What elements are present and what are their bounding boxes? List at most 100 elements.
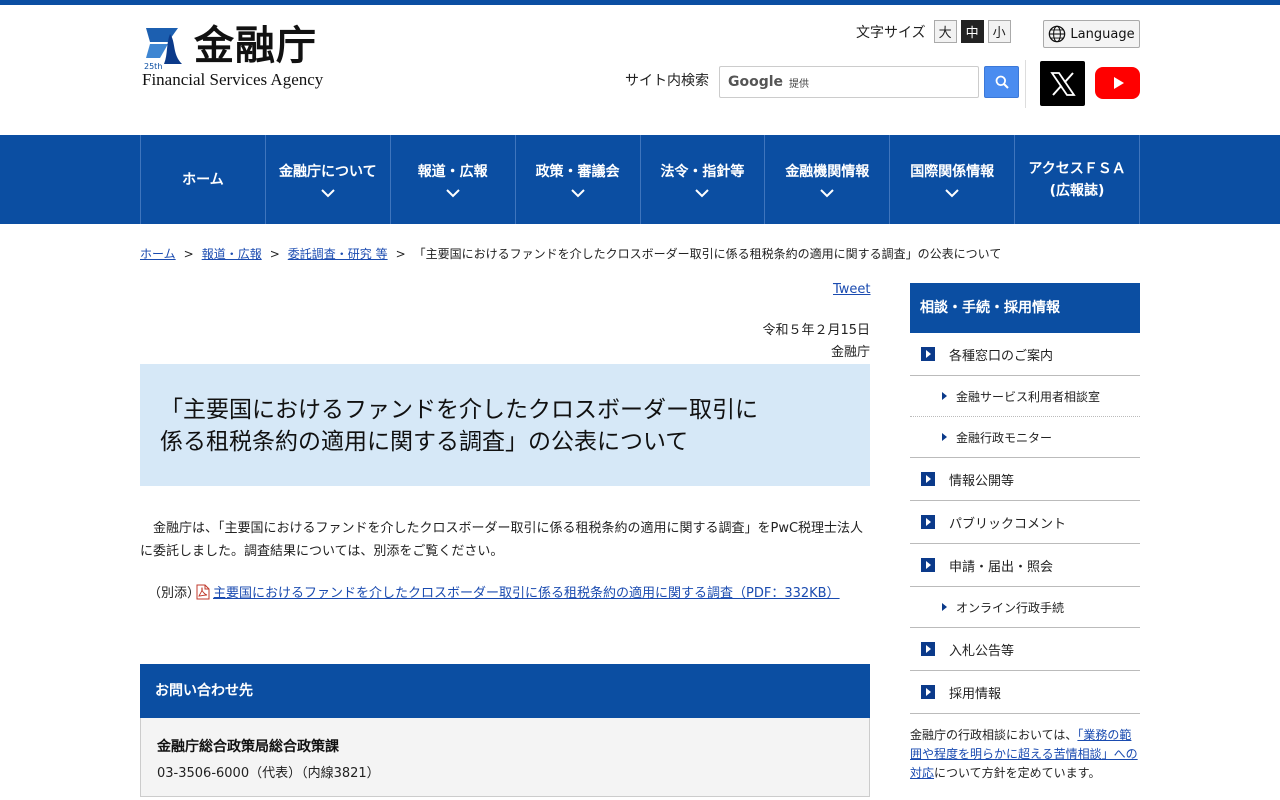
contact-organization: 金融庁総合政策局総合政策課 [157, 739, 339, 755]
font-size-selector: 文字サイズ 大 中 小 [856, 20, 1011, 43]
nav-policy[interactable]: 政策・審議会 [516, 135, 641, 224]
font-size-large-button[interactable]: 大 [933, 20, 957, 43]
language-label: Language [1070, 26, 1135, 42]
contact-details: 金融庁総合政策局総合政策課 03-3506-6000（代表）（内線3821） [140, 718, 870, 797]
nav-label-sub: (広報誌) [1049, 182, 1105, 199]
arrow-square-icon [921, 642, 935, 656]
fsa-logo[interactable]: 25th 金融庁 Financial Services Agency [140, 22, 340, 92]
publish-info: 令和５年２月15日 金融庁 [762, 320, 870, 364]
arrow-square-icon [921, 347, 935, 361]
sidebar-item-public-comment[interactable]: パブリックコメント [910, 501, 1140, 544]
logo-english-text: Financial Services Agency [142, 70, 324, 89]
sidebar-item-label: 情報公開等 [949, 473, 1015, 489]
arrow-square-icon [921, 515, 935, 529]
youtube-social-button[interactable] [1095, 67, 1140, 99]
font-size-small-button[interactable]: 小 [987, 20, 1011, 43]
site-search-input[interactable]: Google 提供 [719, 66, 979, 98]
page-title-line2: 係る租税条約の適用に関する調査」の公表について [160, 429, 689, 455]
sidebar-item-admin-monitor[interactable]: 金融行政モニター [910, 417, 1140, 458]
sidebar-item-label: パブリックコメント [949, 516, 1067, 532]
triangle-right-icon [942, 603, 947, 611]
nav-label: 金融庁について [279, 164, 377, 180]
sidebar-item-label: 入札公告等 [949, 643, 1015, 659]
attachment-label: （別添） [148, 586, 201, 601]
chevron-down-icon [945, 189, 959, 198]
sidebar-item-online-procedures[interactable]: オンライン行政手続 [910, 587, 1140, 628]
font-size-medium-button[interactable]: 中 [960, 20, 984, 43]
nav-label: ホーム [182, 171, 224, 188]
site-search-label: サイト内検索 [625, 73, 709, 89]
fsa-logo-mark-icon: 25th [144, 28, 182, 70]
chevron-down-icon [321, 189, 335, 198]
nav-about-fsa[interactable]: 金融庁について [266, 135, 391, 224]
contact-heading: お問い合わせ先 [140, 664, 870, 718]
nav-international[interactable]: 国際関係情報 [890, 135, 1016, 224]
sidebar-item-label: 金融サービス利用者相談室 [956, 389, 1101, 404]
publish-date: 令和５年２月15日 [762, 323, 870, 338]
sidebar-menu: 各種窓口のご案内 金融サービス利用者相談室 金融行政モニター 情報公開等 パブリ… [910, 333, 1140, 714]
nav-label: 法令・指針等 [660, 164, 745, 180]
nav-label: 報道・広報 [417, 164, 488, 180]
sidebar-item-label: 各種窓口のご案内 [949, 348, 1054, 364]
arrow-square-icon [921, 685, 935, 699]
page-title: 「主要国におけるファンドを介したクロスボーダー取引に 係る租税条約の適用に関する… [160, 394, 850, 458]
chevron-down-icon [820, 189, 835, 198]
chevron-down-icon [445, 189, 460, 198]
sidebar-item-disclosure[interactable]: 情報公開等 [910, 458, 1140, 501]
arrow-square-icon [921, 558, 935, 572]
nav-label: アクセスＦＳＡ [1028, 160, 1126, 177]
search-icon [995, 75, 1009, 89]
x-social-button[interactable] [1040, 61, 1085, 106]
svg-text:25th: 25th [144, 62, 162, 70]
sidebar-heading: 相談・手続・採用情報 [910, 283, 1140, 333]
sidebar-item-tenders[interactable]: 入札公告等 [910, 628, 1140, 671]
publisher: 金融庁 [830, 345, 870, 360]
tweet-link[interactable]: Tweet [833, 282, 871, 297]
nav-label: 金融機関情報 [785, 164, 870, 180]
body-paragraph: 金融庁は、「主要国におけるファンドを介したクロスボーダー取引に係る租税条約の適用… [140, 521, 864, 559]
top-accent-bar [0, 0, 1280, 5]
youtube-play-icon [1113, 77, 1124, 89]
nav-institutions[interactable]: 金融機関情報 [765, 135, 891, 224]
sidebar-item-recruitment[interactable]: 採用情報 [910, 671, 1140, 714]
google-brand-sub: 提供 [789, 78, 810, 90]
logo-japanese-text: 金融庁 [194, 22, 317, 69]
arrow-square-icon [921, 472, 935, 486]
pdf-icon [196, 584, 210, 600]
sidebar-note: 金融庁の行政相談においては、「業務の範囲や程度を明らかに超える苦情相談」への対応… [910, 728, 1138, 780]
sidebar-item-applications[interactable]: 申請・届出・照会 [910, 544, 1140, 587]
breadcrumb-home[interactable]: ホーム [140, 247, 176, 261]
nav-press[interactable]: 報道・広報 [391, 135, 516, 224]
nav-label: 国際関係情報 [910, 164, 995, 180]
x-logo-icon [1049, 71, 1076, 96]
page-title-box: 「主要国におけるファンドを介したクロスボーダー取引に 係る租税条約の適用に関する… [140, 364, 870, 486]
nav-access-fsa[interactable]: アクセスＦＳＡ (広報誌) [1015, 135, 1140, 224]
nav-home[interactable]: ホーム [141, 135, 266, 224]
contact-telephone: 03-3506-6000（代表）（内線3821） [157, 766, 380, 781]
breadcrumb: ホーム > 報道・広報 > 委託調査・研究 等 > 「主要国におけるファンドを介したクロスボ… [140, 247, 1002, 261]
sidebar-item-label: 金融行政モニター [956, 430, 1053, 445]
sidebar-item-label: 採用情報 [949, 686, 1002, 702]
breadcrumb-research[interactable]: 委託調査・研究 等 [288, 247, 388, 261]
sidebar-item-label: 申請・届出・照会 [949, 559, 1054, 575]
search-button[interactable] [984, 66, 1019, 98]
sidebar-item-counters[interactable]: 各種窓口のご案内 [910, 333, 1140, 376]
breadcrumb-current: 「主要国におけるファンドを介したクロスボーダー取引に係る租税条約の適用に関する調… [413, 247, 1002, 261]
header-divider [1025, 60, 1026, 108]
font-size-label: 文字サイズ [856, 24, 926, 41]
globe-icon [1049, 25, 1066, 43]
triangle-right-icon [942, 433, 947, 441]
page-title-line1: 「主要国におけるファンドを介したクロスボーダー取引に [160, 397, 758, 423]
attachment-pdf-link[interactable]: 主要国におけるファンドを介したクロスボーダー取引に係る租税条約の適用に関する調査… [213, 586, 840, 601]
sidebar-item-label: オンライン行政手続 [956, 600, 1065, 615]
global-nav: ホーム 金融庁について 報道・広報 政策・審議会 法令・指針等 金融機関情報 国… [0, 135, 1280, 224]
nav-laws[interactable]: 法令・指針等 [641, 135, 766, 224]
sidebar-item-consumer-office[interactable]: 金融サービス利用者相談室 [910, 376, 1140, 417]
google-brand-text: Google [728, 74, 784, 90]
chevron-down-icon [570, 189, 585, 198]
language-button[interactable]: Language [1043, 20, 1140, 48]
triangle-right-icon [942, 392, 947, 400]
breadcrumb-press[interactable]: 報道・広報 [202, 247, 262, 261]
nav-label: 政策・審議会 [535, 164, 620, 180]
chevron-down-icon [695, 189, 710, 198]
